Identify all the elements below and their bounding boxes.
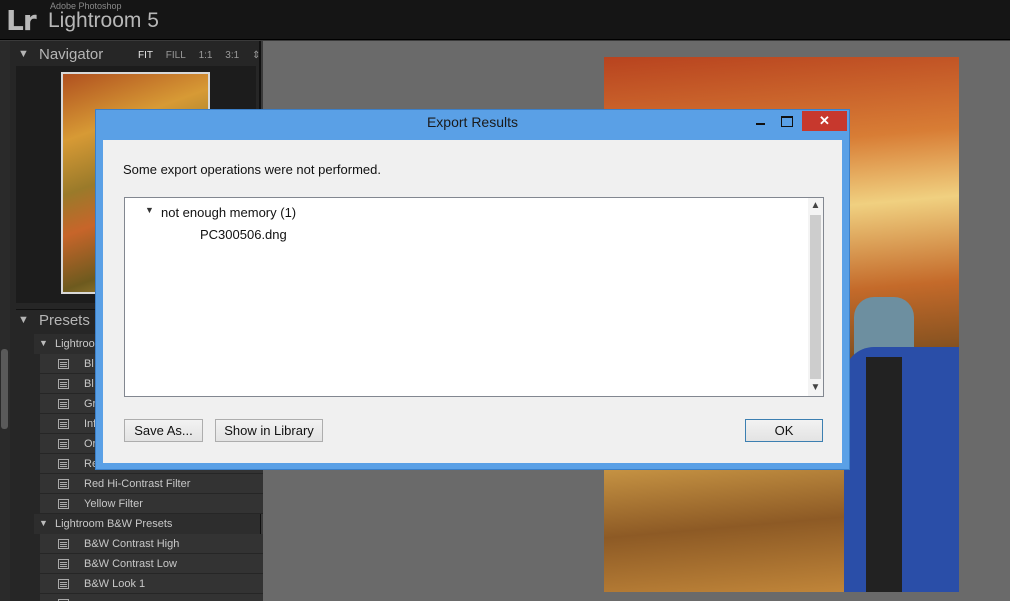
preset-group-label: Lightroom B&W Presets bbox=[55, 518, 173, 530]
preset-group-label: Lightroo bbox=[55, 338, 95, 350]
navigator-header[interactable]: ▼ Navigator FIT FILL 1:1 3:1 ⇕ bbox=[16, 44, 261, 68]
zoom-stepper-icon[interactable]: ⇕ bbox=[252, 50, 260, 61]
preset-icon bbox=[58, 379, 69, 389]
preset-label: Yellow Filter bbox=[84, 498, 143, 510]
preset-item[interactable]: Yellow Filter bbox=[40, 494, 266, 514]
close-button[interactable]: ✕ bbox=[802, 111, 847, 131]
collapse-triangle-icon[interactable]: ▼ bbox=[18, 314, 29, 326]
lightroom-logo: Lr bbox=[6, 4, 37, 37]
issue-file-item[interactable]: PC300506.dng bbox=[200, 227, 287, 242]
preset-item[interactable]: Red Hi-Contrast Filter bbox=[40, 474, 266, 494]
maximize-button[interactable] bbox=[773, 111, 799, 131]
preset-label: Bl bbox=[84, 378, 94, 390]
scroll-down-icon[interactable]: ▼ bbox=[808, 380, 823, 396]
preset-icon bbox=[58, 499, 69, 509]
presets-title: Presets bbox=[39, 312, 90, 329]
preset-item[interactable]: B&W Look 1 bbox=[40, 574, 266, 594]
ok-button[interactable]: OK bbox=[745, 419, 823, 442]
preset-item[interactable]: B&W Contrast Low bbox=[40, 554, 266, 574]
preset-icon bbox=[58, 439, 69, 449]
app-name: Lightroom 5 bbox=[48, 9, 159, 32]
preset-icon bbox=[58, 459, 69, 469]
dialog-title: Export Results bbox=[426, 114, 519, 130]
issue-group-label[interactable]: not enough memory (1) bbox=[161, 205, 296, 220]
preset-label: Bl bbox=[84, 358, 94, 370]
minimize-button[interactable] bbox=[747, 111, 773, 131]
dialog-body: Some export operations were not performe… bbox=[103, 140, 842, 463]
left-panel-scrollbar[interactable] bbox=[0, 41, 10, 601]
results-tree[interactable]: ▼ not enough memory (1) PC300506.dng ▲ ▼ bbox=[124, 197, 824, 397]
preset-icon bbox=[58, 559, 69, 569]
preset-icon bbox=[58, 579, 69, 589]
preset-item[interactable] bbox=[40, 594, 266, 601]
zoom-fill[interactable]: FILL bbox=[166, 50, 186, 61]
preset-icon bbox=[58, 399, 69, 409]
preset-icon bbox=[58, 539, 69, 549]
navigator-title: Navigator bbox=[39, 46, 104, 63]
save-as-button[interactable]: Save As... bbox=[124, 419, 203, 442]
preset-label: B&W Contrast High bbox=[84, 538, 180, 550]
zoom-fit[interactable]: FIT bbox=[138, 50, 153, 61]
export-results-dialog: Export Results ✕ Some export operations … bbox=[95, 109, 850, 470]
scroll-up-icon[interactable]: ▲ bbox=[808, 198, 823, 214]
preset-icon bbox=[58, 479, 69, 489]
group-triangle-icon[interactable]: ▼ bbox=[39, 338, 48, 348]
expand-triangle-icon[interactable]: ▼ bbox=[145, 205, 154, 215]
zoom-1-1[interactable]: 1:1 bbox=[199, 50, 213, 61]
app-titlebar: Lr Adobe Photoshop Lightroom 5 bbox=[0, 0, 1010, 40]
preset-group-bw[interactable]: ▼ Lightroom B&W Presets bbox=[34, 514, 260, 534]
preset-icon bbox=[58, 359, 69, 369]
preset-item[interactable]: B&W Contrast High bbox=[40, 534, 266, 554]
collapse-triangle-icon[interactable]: ▼ bbox=[18, 48, 29, 60]
preset-icon bbox=[58, 419, 69, 429]
dialog-message: Some export operations were not performe… bbox=[123, 162, 381, 177]
left-panel-scroll-thumb[interactable] bbox=[1, 349, 8, 429]
preset-label: B&W Look 1 bbox=[84, 578, 146, 590]
preset-label: Red Hi-Contrast Filter bbox=[84, 478, 191, 490]
photo-detail bbox=[866, 357, 902, 592]
scroll-thumb[interactable] bbox=[810, 215, 821, 379]
group-triangle-icon[interactable]: ▼ bbox=[39, 518, 48, 528]
preset-label: B&W Contrast Low bbox=[84, 558, 177, 570]
show-in-library-button[interactable]: Show in Library bbox=[215, 419, 323, 442]
navigator-zoom-options: FIT FILL 1:1 3:1 ⇕ bbox=[138, 50, 270, 61]
results-scrollbar[interactable]: ▲ ▼ bbox=[808, 198, 823, 396]
zoom-3-1[interactable]: 3:1 bbox=[225, 50, 239, 61]
